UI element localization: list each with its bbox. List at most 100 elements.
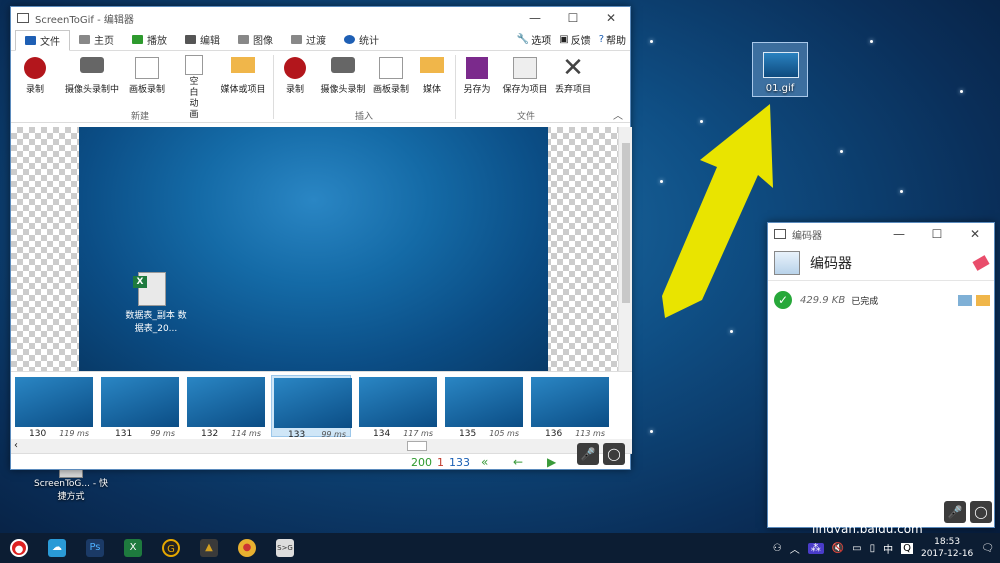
paint-icon[interactable]: ●	[228, 533, 266, 563]
help-link[interactable]: ? 帮助	[599, 32, 626, 47]
screentogif-icon[interactable]: S>G	[266, 533, 304, 563]
frame-thumbnail[interactable]: 134 117 ms	[357, 375, 437, 439]
tab-play[interactable]: 播放	[123, 30, 176, 50]
wrench-icon: 🔧	[516, 34, 530, 45]
feedback-link[interactable]: ▣ 反馈	[559, 32, 590, 47]
tab-image[interactable]: 图像	[229, 30, 282, 50]
open-file-icon[interactable]	[958, 294, 972, 306]
frame-thumbnail[interactable]: 131 99 ms	[99, 375, 179, 439]
encode-status: 已完成	[851, 296, 879, 307]
previous-frame-icon[interactable]: ←	[513, 455, 523, 469]
close-button[interactable]: ✕	[956, 227, 994, 241]
ribbon-right-links: 🔧 选项 ▣ 反馈 ? 帮助	[517, 32, 626, 47]
tab-home[interactable]: 主页	[70, 30, 123, 50]
window-title: ScreenToGif - 编辑器	[35, 14, 134, 26]
folder-icon	[420, 57, 444, 73]
camera-add-icon	[331, 57, 355, 73]
shortcut-label: ScreenToG... - 快捷方式	[34, 479, 108, 502]
refresh-button[interactable]: ◯	[970, 501, 992, 523]
excel-file-icon: X	[133, 272, 166, 306]
minimize-button[interactable]: —	[516, 11, 554, 25]
folder-icon	[231, 57, 255, 73]
selected-count: 1	[437, 456, 444, 469]
clock[interactable]: 18:53 2017-12-16	[921, 536, 973, 560]
horizontal-scrollbar[interactable]: ‹	[11, 439, 632, 453]
open-folder-icon[interactable]	[976, 294, 990, 306]
scroll-thumb[interactable]	[407, 441, 427, 451]
record-icon	[24, 57, 46, 79]
frame-strip: 130 119 ms 131 99 ms 132 114 ms 133 99 ms 13…	[11, 371, 632, 440]
taskbar: ● ☁ Ps X G ▲ ● S>G ⚇ ︿ ⁂ 🔇 ▭ ▯ 中 Q 18:53…	[0, 533, 1000, 563]
photoshop-icon[interactable]: Ps	[76, 533, 114, 563]
minimize-button[interactable]: —	[880, 227, 918, 241]
app-tray-icon[interactable]: ⁂	[807, 542, 824, 554]
play-icon[interactable]: ▶	[547, 455, 556, 469]
encoder-heading: 编码器	[810, 255, 852, 272]
feedback-icon: ▣	[559, 34, 569, 45]
clock-time: 18:53	[934, 537, 961, 547]
battery-icon[interactable]: ▯	[870, 543, 876, 554]
people-icon[interactable]: ⚇	[773, 543, 782, 554]
eraser-icon[interactable]	[972, 254, 990, 271]
new-webcam-button[interactable]: 摄像头录制中	[61, 57, 123, 96]
notification-icon[interactable]: 🗨	[981, 543, 994, 554]
app-icon	[17, 13, 29, 23]
maximize-button[interactable]: ☐	[554, 11, 592, 25]
tab-statistics[interactable]: 统计	[335, 30, 388, 50]
frame-thumbnail[interactable]: 130 119 ms	[13, 375, 93, 439]
new-media-button[interactable]: 媒体或项目	[215, 57, 271, 96]
options-link[interactable]: 🔧 选项	[517, 32, 551, 47]
scroll-thumb[interactable]	[622, 143, 630, 303]
new-record-button[interactable]: 录制	[7, 57, 63, 96]
mute-icon[interactable]: 🔇	[832, 543, 844, 554]
frame-thumbnail[interactable]: 132 114 ms	[185, 375, 265, 439]
tab-transition[interactable]: 过渡	[282, 30, 335, 50]
editor-titlebar: ScreenToGif - 编辑器 — ☐ ✕	[11, 7, 630, 29]
record-icon[interactable]: ●	[0, 533, 38, 563]
g-app-icon[interactable]: G	[152, 533, 190, 563]
encoder-header: 编码器	[768, 245, 994, 281]
excel-icon[interactable]: X	[114, 533, 152, 563]
close-button[interactable]: ✕	[592, 11, 630, 25]
tab-edit[interactable]: 编辑	[176, 30, 229, 50]
insert-group-label: 插入	[355, 112, 374, 122]
check-icon: ✓	[774, 291, 792, 309]
scroll-left-icon[interactable]: ‹	[14, 440, 18, 451]
refresh-button[interactable]: ◯	[603, 443, 625, 465]
network-icon[interactable]: ▭	[852, 543, 861, 554]
current-frame: 133	[449, 456, 470, 469]
encoder-icon	[774, 250, 800, 275]
image-icon	[238, 35, 249, 44]
first-frame-icon[interactable]: «	[481, 455, 488, 469]
discard-project-button[interactable]: ✕ 丢弃项目	[545, 53, 601, 96]
vertical-scrollbar[interactable]	[618, 127, 632, 371]
new-group-label: 新建	[131, 112, 150, 122]
frame-count: 200	[411, 456, 432, 469]
ime-indicator[interactable]: 中	[883, 541, 893, 556]
save-icon	[25, 36, 36, 45]
microphone-button[interactable]: 🎤	[944, 501, 966, 523]
board-icon	[135, 57, 159, 79]
frame-thumbnail[interactable]: 135 105 ms	[443, 375, 523, 439]
qq-icon[interactable]: Q	[901, 542, 913, 554]
lamp-icon[interactable]: ▲	[190, 533, 228, 563]
ribbon-panel: 录制 摄像头录制中 画板录制 空白动画 媒体或项目 新建 录制 摄像头录制 画板…	[11, 51, 630, 123]
tab-file[interactable]: 文件	[15, 30, 70, 51]
info-icon	[344, 35, 355, 44]
encoder-window-title: 编码器	[792, 230, 822, 242]
project-icon	[513, 57, 537, 79]
chevron-up-icon[interactable]: ︿	[790, 541, 800, 556]
frame-thumbnail[interactable]: 136 113 ms	[529, 375, 609, 439]
new-blank-button[interactable]: 空白动画	[166, 55, 222, 121]
pencil-icon	[185, 35, 196, 44]
file-icon-label: 数据表_副本 数据表_20...	[125, 311, 187, 334]
clock-date: 2017-12-16	[920, 549, 974, 559]
home-icon	[79, 35, 90, 44]
maximize-button[interactable]: ☐	[918, 227, 956, 241]
collapse-ribbon-icon[interactable]: ︿	[613, 107, 623, 122]
help-icon: ?	[598, 34, 604, 45]
cloud-icon[interactable]: ☁	[38, 533, 76, 563]
frame-thumbnail-selected[interactable]: 133 99 ms	[271, 375, 352, 440]
microphone-button[interactable]: 🎤	[577, 443, 599, 465]
discard-x-icon: ✕	[562, 53, 584, 83]
